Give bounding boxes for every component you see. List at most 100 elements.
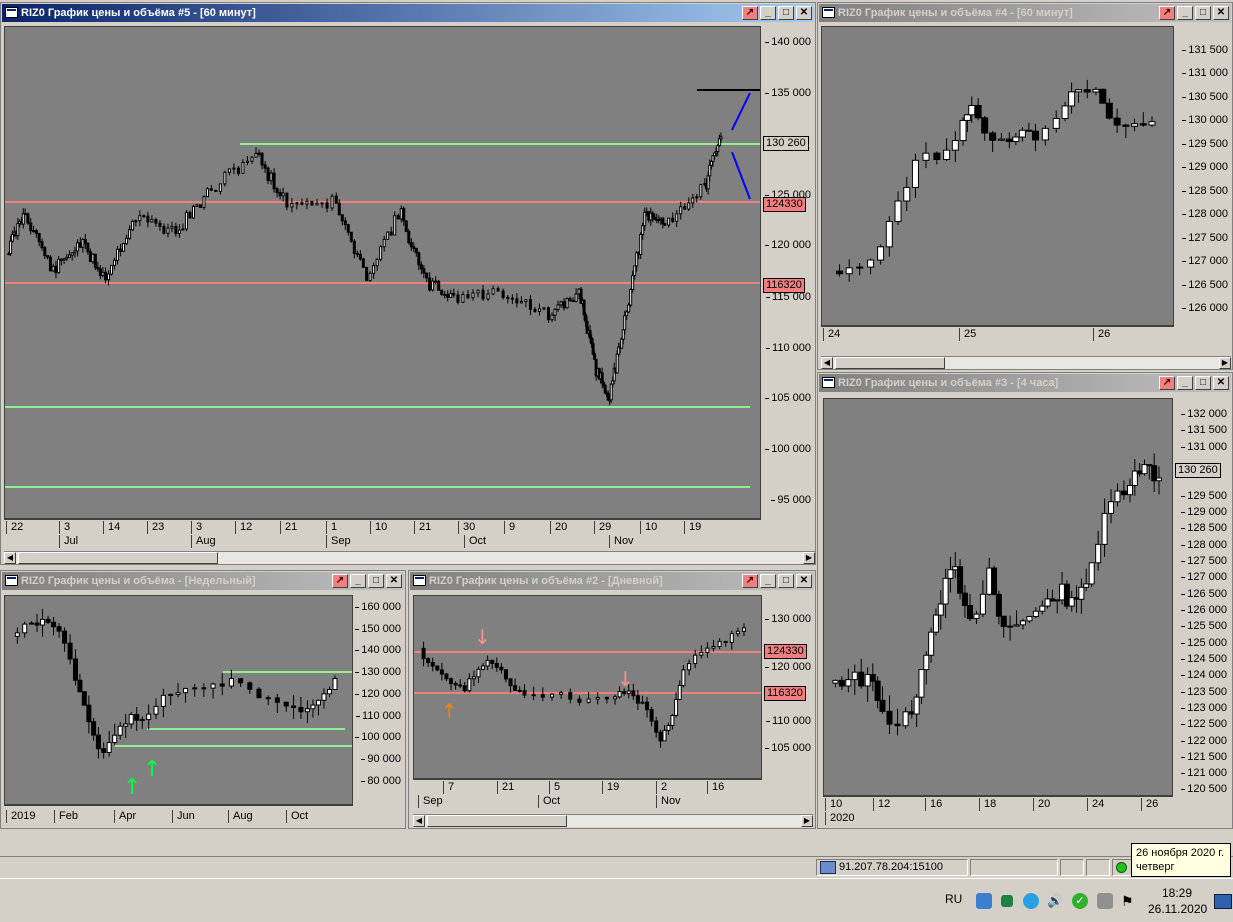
price-axis: 131 500 131 000 130 500 130 000 129 500 …	[1174, 26, 1232, 326]
candle-body	[490, 659, 495, 664]
maximize-button[interactable]: □	[778, 574, 794, 588]
clock-date[interactable]: 26.11.2020	[1148, 902, 1207, 916]
price-plot[interactable]	[4, 26, 761, 519]
candle-body	[1012, 136, 1020, 143]
candle-body	[1073, 597, 1080, 600]
x-month-label: Oct	[538, 795, 560, 808]
scroll-right-arrow[interactable]: ▶	[803, 552, 815, 564]
candle-body	[635, 695, 640, 704]
chart-window-weekly[interactable]: RIZ0 График цены и объёма - [Недельный] …	[0, 570, 406, 829]
candle-body	[494, 662, 499, 668]
candle-body	[641, 225, 645, 235]
candle-body	[86, 704, 92, 723]
candle-body	[937, 603, 944, 616]
chart-window-4[interactable]: RIZ0 График цены и объёма #4 - [60 минут…	[817, 2, 1233, 370]
candle-body	[894, 723, 901, 727]
scroll-left-arrow[interactable]: ◀	[4, 552, 16, 564]
scroll-thumb[interactable]	[835, 357, 945, 369]
volume-icon[interactable]: 🔊	[1047, 893, 1063, 909]
app-tray-icon[interactable]	[1001, 895, 1013, 907]
link-icon[interactable]: ↗	[1159, 376, 1175, 390]
horizontal-scrollbar[interactable]: ◀ ▶	[413, 814, 813, 827]
chart-window-3[interactable]: RIZ0 График цены и объёма #3 - [4 часа] …	[817, 372, 1233, 829]
title-bar[interactable]: RIZ0 График цены и объёма #2 - [Дневной]…	[410, 572, 814, 590]
scroll-left-arrow[interactable]: ◀	[413, 815, 425, 827]
title-bar[interactable]: RIZ0 График цены и объёма #5 - [60 минут…	[2, 4, 814, 22]
minimize-button[interactable]: _	[760, 6, 776, 20]
network-tray-icon[interactable]	[976, 893, 992, 909]
y-tick-label: 110 000	[766, 342, 811, 354]
price-plot[interactable]	[821, 26, 1174, 326]
x-tick-label: 25	[959, 328, 976, 341]
title-bar[interactable]: RIZ0 График цены и объёма - [Недельный] …	[2, 572, 404, 590]
maximize-button[interactable]: □	[1195, 376, 1211, 390]
scroll-thumb[interactable]	[427, 815, 567, 827]
scroll-right-arrow[interactable]: ▶	[801, 815, 813, 827]
candle-body	[37, 233, 41, 243]
show-desktop-icon[interactable]	[1214, 894, 1232, 909]
candle-body	[446, 293, 450, 298]
minimize-button[interactable]: _	[350, 574, 366, 588]
link-icon[interactable]: ↗	[1159, 6, 1175, 20]
title-bar[interactable]: RIZ0 График цены и объёма #4 - [60 минут…	[819, 4, 1231, 22]
scroll-left-arrow[interactable]: ◀	[821, 357, 833, 369]
price-plot[interactable]: ↑ ↑	[4, 595, 353, 805]
telegram-icon[interactable]	[1023, 893, 1039, 909]
candle-body	[533, 308, 537, 312]
scroll-right-arrow[interactable]: ▶	[1219, 357, 1231, 369]
candle-body	[110, 264, 114, 275]
minimize-button[interactable]: _	[760, 574, 776, 588]
close-button[interactable]: ✕	[386, 574, 402, 588]
close-button[interactable]: ✕	[1213, 6, 1229, 20]
candle-body	[104, 271, 108, 281]
candle-body	[836, 270, 844, 275]
candle-body	[131, 220, 135, 231]
candle-body	[402, 208, 406, 222]
link-icon[interactable]: ↗	[332, 574, 348, 588]
y-tick-label: 120 000	[765, 661, 811, 673]
link-icon[interactable]: ↗	[742, 574, 758, 588]
candle-body	[894, 200, 902, 222]
y-tick-label: 121 000	[1181, 767, 1227, 779]
candle-body	[209, 188, 213, 191]
link-icon[interactable]: ↗	[742, 6, 758, 20]
x-tick-label: 18	[979, 798, 996, 811]
language-indicator[interactable]: RU	[945, 892, 962, 906]
candle-body	[184, 211, 188, 230]
maximize-button[interactable]: □	[778, 6, 794, 20]
minimize-button[interactable]: _	[1177, 376, 1193, 390]
maximize-button[interactable]: □	[368, 574, 384, 588]
horizontal-scrollbar[interactable]: ◀ ▶	[821, 356, 1231, 369]
candle-body	[113, 259, 117, 266]
y-tick-label: 129 000	[1182, 161, 1228, 173]
x-tick-label: 24	[823, 328, 840, 341]
horizontal-scrollbar[interactable]: ◀ ▶	[4, 551, 815, 564]
security-check-icon[interactable]: ✓	[1072, 893, 1088, 909]
candle-body	[146, 713, 152, 721]
price-plot[interactable]: ↓ ↓ ↑	[413, 595, 762, 779]
close-button[interactable]: ✕	[1213, 376, 1229, 390]
candle-body	[245, 160, 249, 163]
scroll-thumb[interactable]	[18, 552, 218, 564]
candle-body	[631, 690, 636, 697]
close-button[interactable]: ✕	[796, 574, 812, 588]
chart-window-5[interactable]: RIZ0 График цены и объёма #5 - [60 минут…	[0, 2, 816, 565]
title-bar[interactable]: RIZ0 График цены и объёма #3 - [4 часа] …	[819, 374, 1231, 392]
y-tick-label: 131 500	[1181, 424, 1227, 436]
devices-icon[interactable]	[1097, 893, 1113, 909]
clock-time[interactable]: 18:29	[1162, 886, 1192, 900]
close-button[interactable]: ✕	[796, 6, 812, 20]
maximize-button[interactable]: □	[1195, 6, 1211, 20]
candle-body	[1039, 605, 1046, 612]
price-plot[interactable]	[823, 398, 1173, 796]
candle-body	[177, 229, 181, 235]
candle-body	[522, 690, 527, 696]
candle-body	[134, 714, 140, 721]
candle-body	[885, 220, 893, 248]
flag-icon[interactable]: ⚑	[1121, 893, 1137, 909]
candle-body	[117, 725, 123, 736]
chart-window-2[interactable]: RIZ0 График цены и объёма #2 - [Дневной]…	[408, 570, 816, 829]
candle-body	[681, 669, 686, 687]
minimize-button[interactable]: _	[1177, 6, 1193, 20]
candle-body	[34, 622, 40, 626]
